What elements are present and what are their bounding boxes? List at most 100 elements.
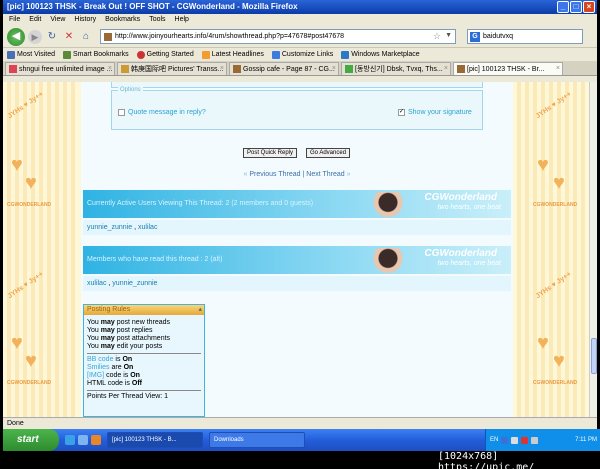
close-button[interactable]: × <box>583 1 595 13</box>
vertical-scrollbar[interactable] <box>589 82 597 417</box>
smilies-link[interactable]: Smilies <box>87 364 110 371</box>
rule-line: You may post replies <box>87 327 153 334</box>
menu-tools[interactable]: Tools <box>149 14 165 26</box>
windows-marketplace-icon <box>341 50 350 59</box>
menu-bookmarks[interactable]: Bookmarks <box>105 14 140 26</box>
viewing-users-row: yunnie_zunnie , xulilac <box>83 220 511 235</box>
search-engine-icon[interactable]: G <box>470 31 480 42</box>
menu-help[interactable]: Help <box>175 14 189 26</box>
menu-history[interactable]: History <box>74 14 96 26</box>
menu-view[interactable]: View <box>50 14 65 26</box>
tray-volume-icon[interactable] <box>531 436 539 444</box>
posting-rules-header[interactable]: Posting Rules ▴ <box>84 305 204 315</box>
go-advanced-button[interactable]: Go Advanced <box>306 148 351 158</box>
tab-close-icon[interactable]: × <box>220 65 224 72</box>
tab-close-icon[interactable]: × <box>444 65 448 72</box>
user-link[interactable]: yunnie_zunnie <box>87 224 132 231</box>
tab-close-icon[interactable]: × <box>108 65 112 72</box>
tab-close-icon[interactable]: × <box>556 65 560 72</box>
user-link[interactable]: xulilac <box>138 224 157 231</box>
tab-favicon <box>233 65 241 73</box>
post-quick-reply-button[interactable]: Post Quick Reply <box>243 148 298 158</box>
bookmark-star-icon[interactable]: ☆ <box>433 31 441 42</box>
read-banner: Members who have read this thread : 2 (a… <box>83 246 511 274</box>
customize-links-icon <box>271 50 280 59</box>
scrollbar-thumb[interactable] <box>591 338 597 374</box>
url-bar[interactable]: http://www.joinyourhearts.info/4rum/show… <box>100 29 456 44</box>
bookmark-latest-headlines[interactable]: Latest Headlines <box>201 50 264 59</box>
quote-label: Quote message in reply? <box>128 109 206 116</box>
tab-5-active[interactable]: [pic] 100123 THSK - Br... × <box>453 62 563 75</box>
smart-bookmarks-icon <box>63 50 71 59</box>
taskbar-item-firefox[interactable]: [pic] 100123 THSK - B... <box>107 432 203 448</box>
forum-area: Options Quote message in reply? ✓ Show y… <box>81 82 513 417</box>
cg-label: CGWONDERLAND <box>533 380 578 386</box>
heart-icon: ♥ <box>25 350 37 372</box>
previous-thread-link[interactable]: Previous Thread <box>249 171 300 178</box>
back-button[interactable]: ◀ <box>7 27 25 46</box>
heart-icon: ♥ <box>553 350 565 372</box>
maximize-button[interactable]: □ <box>570 1 582 13</box>
posting-rules-box: Posting Rules ▴ You may post new threads… <box>83 304 205 417</box>
bookmarks-toolbar: Most Visited Smart Bookmarks Getting Sta… <box>3 48 597 61</box>
bookmark-windows-marketplace[interactable]: Windows Marketplace <box>341 50 420 59</box>
next-thread-link[interactable]: Next Thread <box>306 171 344 178</box>
img-link[interactable]: [IMG] <box>87 372 104 379</box>
signature-label: Show your signature <box>408 109 472 116</box>
menu-file[interactable]: File <box>9 14 20 26</box>
signature-checkbox[interactable]: ✓ <box>398 109 405 116</box>
window-title: [pic] 100123 THSK - Break Out ! OFF SHOT… <box>7 2 298 11</box>
ie-icon[interactable] <box>65 435 75 445</box>
url-dropdown-icon[interactable]: ▼ <box>445 32 452 39</box>
rule-line: You may post new threads <box>87 319 171 326</box>
forward-button[interactable]: ▶ <box>28 29 42 44</box>
user-link[interactable]: xulilac <box>87 280 106 287</box>
desktop-icon[interactable] <box>78 435 88 445</box>
cg-label: CGWONDERLAND <box>533 202 578 208</box>
taskbar-item-downloads[interactable]: Downloads <box>209 432 305 448</box>
options-fieldset: Options Quote message in reply? ✓ Show y… <box>111 87 483 130</box>
bookmark-most-visited[interactable]: Most Visited <box>7 50 55 59</box>
banner-photo <box>368 248 408 274</box>
user-link[interactable]: yunnie_zunnie <box>112 280 157 287</box>
collapse-icon[interactable]: ▴ <box>198 305 202 315</box>
bookmark-smart[interactable]: Smart Bookmarks <box>63 50 129 59</box>
start-button[interactable]: start <box>3 429 59 451</box>
navigation-toolbar: ◀ ▶ ↻ ✕ ⌂ http://www.joinyourhearts.info… <box>3 26 597 48</box>
bbcode-link[interactable]: BB code <box>87 356 113 363</box>
tab-2[interactable]: 韩庚国际吧 Pictures' Transs... × <box>117 62 227 75</box>
search-bar[interactable]: G baidutvxq <box>467 29 583 44</box>
tab-4[interactable]: [동방신기] Dbsk, Tvxq, Ths... × <box>341 62 451 75</box>
minimize-button[interactable]: _ <box>557 1 569 13</box>
tray-network-icon[interactable] <box>511 436 519 444</box>
tab-favicon <box>121 65 129 73</box>
quote-option[interactable]: Quote message in reply? <box>118 109 206 116</box>
viewing-banner: Currently Active Users Viewing This Thre… <box>83 190 511 218</box>
banner-photo <box>368 192 408 218</box>
banner-logo: CGWonderland <box>424 192 497 203</box>
quote-checkbox[interactable] <box>118 109 125 116</box>
language-indicator[interactable]: EN <box>490 437 498 443</box>
menu-edit[interactable]: Edit <box>29 14 41 26</box>
bookmark-customize-links[interactable]: Customize Links <box>271 50 333 59</box>
rss-icon <box>201 50 210 59</box>
side-text: JYHs ♥ Jy++ <box>6 90 45 121</box>
home-icon[interactable]: ⌂ <box>79 30 93 44</box>
pager-separator: | <box>302 171 305 178</box>
tab-3[interactable]: Gossip cafe - Page 87 - CG... × <box>229 62 339 75</box>
tray-help-icon[interactable] <box>501 436 509 444</box>
tray-antivirus-icon[interactable] <box>521 436 529 444</box>
reload-icon[interactable]: ↻ <box>45 30 59 44</box>
firefox-icon[interactable] <box>91 435 101 445</box>
bookmark-getting-started[interactable]: Getting Started <box>136 50 194 59</box>
signature-option[interactable]: ✓ Show your signature <box>398 109 472 116</box>
quick-launch <box>65 435 101 445</box>
tab-favicon <box>9 65 17 73</box>
tab-1[interactable]: shngui free unlimited image ... × <box>5 62 115 75</box>
heart-icon: ♥ <box>11 332 23 354</box>
stop-icon[interactable]: ✕ <box>62 30 76 44</box>
side-text: JYHs ♥ Jy++ <box>534 90 573 121</box>
tab-close-icon[interactable]: × <box>332 65 336 72</box>
thread-pager: « Previous Thread | Next Thread » <box>81 171 513 178</box>
tab-strip: shngui free unlimited image ... × 韩庚国际吧 P… <box>3 61 597 76</box>
